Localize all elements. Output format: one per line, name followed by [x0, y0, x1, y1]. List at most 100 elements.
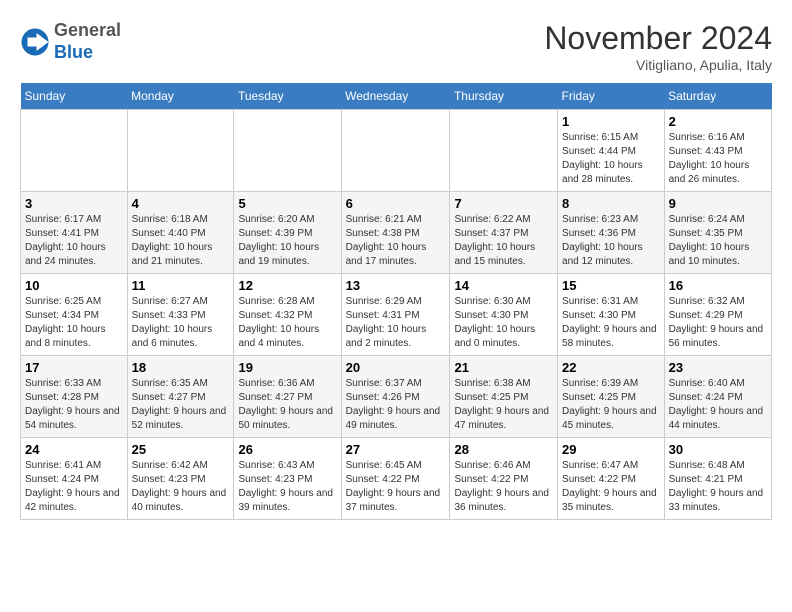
calendar-cell	[21, 110, 128, 192]
day-number: 1	[562, 114, 660, 129]
day-number: 30	[669, 442, 767, 457]
day-info: Sunrise: 6:31 AMSunset: 4:30 PMDaylight:…	[562, 295, 660, 351]
day-number: 24	[25, 442, 123, 457]
calendar-cell: 19 Sunrise: 6:36 AMSunset: 4:27 PMDayligh…	[234, 356, 341, 438]
day-info: Sunrise: 6:24 AMSunset: 4:35 PMDaylight:…	[669, 213, 767, 269]
day-number: 4	[132, 196, 230, 211]
day-number: 12	[238, 278, 336, 293]
day-info: Sunrise: 6:42 AMSunset: 4:23 PMDaylight:…	[132, 459, 230, 515]
day-number: 6	[346, 196, 446, 211]
calendar-week-row: 1 Sunrise: 6:15 AMSunset: 4:44 PMDaylight…	[21, 110, 772, 192]
day-info: Sunrise: 6:20 AMSunset: 4:39 PMDaylight:…	[238, 213, 336, 269]
day-number: 19	[238, 360, 336, 375]
calendar-cell: 3 Sunrise: 6:17 AMSunset: 4:41 PMDaylight…	[21, 192, 128, 274]
day-number: 20	[346, 360, 446, 375]
logo-general-text: General	[54, 20, 121, 40]
calendar-cell: 11 Sunrise: 6:27 AMSunset: 4:33 PMDayligh…	[127, 274, 234, 356]
logo: General Blue	[20, 20, 121, 63]
location-text: Vitigliano, Apulia, Italy	[544, 57, 772, 73]
calendar-cell: 5Sunrise: 6:20 AMSunset: 4:39 PMDaylight…	[234, 192, 341, 274]
calendar-week-row: 17 Sunrise: 6:33 AMSunset: 4:28 PMDayligh…	[21, 356, 772, 438]
header-friday: Friday	[558, 83, 665, 110]
header-wednesday: Wednesday	[341, 83, 450, 110]
day-number: 28	[454, 442, 553, 457]
header-monday: Monday	[127, 83, 234, 110]
calendar-cell: 2Sunrise: 6:16 AMSunset: 4:43 PMDaylight…	[664, 110, 771, 192]
calendar-cell: 29 Sunrise: 6:47 AMSunset: 4:22 PMDayligh…	[558, 438, 665, 520]
day-info: Sunrise: 6:21 AMSunset: 4:38 PMDaylight:…	[346, 213, 446, 269]
calendar-week-row: 24Sunrise: 6:41 AMSunset: 4:24 PMDayligh…	[21, 438, 772, 520]
day-info: Sunrise: 6:38 AMSunset: 4:25 PMDaylight:…	[454, 377, 553, 433]
calendar-cell: 30 Sunrise: 6:48 AMSunset: 4:21 PMDayligh…	[664, 438, 771, 520]
day-number: 3	[25, 196, 123, 211]
calendar-cell: 13 Sunrise: 6:29 AMSunset: 4:31 PMDayligh…	[341, 274, 450, 356]
calendar-cell: 14 Sunrise: 6:30 AMSunset: 4:30 PMDayligh…	[450, 274, 558, 356]
day-info: Sunrise: 6:22 AMSunset: 4:37 PMDaylight:…	[454, 213, 553, 269]
day-number: 17	[25, 360, 123, 375]
day-number: 10	[25, 278, 123, 293]
calendar-week-row: 3 Sunrise: 6:17 AMSunset: 4:41 PMDaylight…	[21, 192, 772, 274]
calendar-cell	[341, 110, 450, 192]
day-number: 18	[132, 360, 230, 375]
header-saturday: Saturday	[664, 83, 771, 110]
day-info: Sunrise: 6:48 AMSunset: 4:21 PMDaylight:…	[669, 459, 767, 515]
day-number: 13	[346, 278, 446, 293]
logo-icon	[20, 27, 50, 57]
calendar-cell: 7 Sunrise: 6:22 AMSunset: 4:37 PMDaylight…	[450, 192, 558, 274]
calendar-cell: 21 Sunrise: 6:38 AMSunset: 4:25 PMDayligh…	[450, 356, 558, 438]
calendar-cell: 27 Sunrise: 6:45 AMSunset: 4:22 PMDayligh…	[341, 438, 450, 520]
calendar-cell: 1 Sunrise: 6:15 AMSunset: 4:44 PMDaylight…	[558, 110, 665, 192]
day-number: 16	[669, 278, 767, 293]
day-number: 14	[454, 278, 553, 293]
day-info: Sunrise: 6:25 AMSunset: 4:34 PMDaylight:…	[25, 295, 123, 351]
day-number: 7	[454, 196, 553, 211]
day-number: 11	[132, 278, 230, 293]
page-header: General Blue November 2024 Vitigliano, A…	[20, 20, 772, 73]
day-info: Sunrise: 6:36 AMSunset: 4:27 PMDaylight:…	[238, 377, 336, 433]
calendar-cell: 8Sunrise: 6:23 AMSunset: 4:36 PMDaylight…	[558, 192, 665, 274]
day-number: 27	[346, 442, 446, 457]
calendar-cell: 20 Sunrise: 6:37 AMSunset: 4:26 PMDayligh…	[341, 356, 450, 438]
day-info: Sunrise: 6:23 AMSunset: 4:36 PMDaylight:…	[562, 213, 660, 269]
day-number: 29	[562, 442, 660, 457]
day-info: Sunrise: 6:45 AMSunset: 4:22 PMDaylight:…	[346, 459, 446, 515]
day-number: 21	[454, 360, 553, 375]
calendar-cell: 26Sunrise: 6:43 AMSunset: 4:23 PMDayligh…	[234, 438, 341, 520]
calendar-cell	[450, 110, 558, 192]
calendar-cell: 16Sunrise: 6:32 AMSunset: 4:29 PMDayligh…	[664, 274, 771, 356]
calendar-cell	[127, 110, 234, 192]
day-info: Sunrise: 6:27 AMSunset: 4:33 PMDaylight:…	[132, 295, 230, 351]
day-info: Sunrise: 6:35 AMSunset: 4:27 PMDaylight:…	[132, 377, 230, 433]
day-info: Sunrise: 6:33 AMSunset: 4:28 PMDaylight:…	[25, 377, 123, 433]
logo-blue-text: Blue	[54, 42, 93, 62]
day-info: Sunrise: 6:29 AMSunset: 4:31 PMDaylight:…	[346, 295, 446, 351]
day-info: Sunrise: 6:15 AMSunset: 4:44 PMDaylight:…	[562, 131, 660, 187]
calendar-cell: 15 Sunrise: 6:31 AMSunset: 4:30 PMDayligh…	[558, 274, 665, 356]
calendar-cell: 23 Sunrise: 6:40 AMSunset: 4:24 PMDayligh…	[664, 356, 771, 438]
month-title: November 2024	[544, 20, 772, 57]
calendar-cell: 10 Sunrise: 6:25 AMSunset: 4:34 PMDayligh…	[21, 274, 128, 356]
day-number: 26	[238, 442, 336, 457]
calendar-header-row: Sunday Monday Tuesday Wednesday Thursday…	[21, 83, 772, 110]
day-info: Sunrise: 6:17 AMSunset: 4:41 PMDaylight:…	[25, 213, 123, 269]
day-info: Sunrise: 6:40 AMSunset: 4:24 PMDaylight:…	[669, 377, 767, 433]
day-number: 2	[669, 114, 767, 129]
day-info: Sunrise: 6:47 AMSunset: 4:22 PMDaylight:…	[562, 459, 660, 515]
day-number: 23	[669, 360, 767, 375]
day-info: Sunrise: 6:30 AMSunset: 4:30 PMDaylight:…	[454, 295, 553, 351]
calendar-cell: 28Sunrise: 6:46 AMSunset: 4:22 PMDayligh…	[450, 438, 558, 520]
header-tuesday: Tuesday	[234, 83, 341, 110]
day-number: 22	[562, 360, 660, 375]
calendar-table: Sunday Monday Tuesday Wednesday Thursday…	[20, 83, 772, 520]
header-sunday: Sunday	[21, 83, 128, 110]
header-thursday: Thursday	[450, 83, 558, 110]
day-info: Sunrise: 6:28 AMSunset: 4:32 PMDaylight:…	[238, 295, 336, 351]
calendar-cell: 25 Sunrise: 6:42 AMSunset: 4:23 PMDayligh…	[127, 438, 234, 520]
day-info: Sunrise: 6:39 AMSunset: 4:25 PMDaylight:…	[562, 377, 660, 433]
calendar-cell: 12 Sunrise: 6:28 AMSunset: 4:32 PMDayligh…	[234, 274, 341, 356]
day-number: 25	[132, 442, 230, 457]
day-info: Sunrise: 6:37 AMSunset: 4:26 PMDaylight:…	[346, 377, 446, 433]
day-number: 15	[562, 278, 660, 293]
calendar-cell: 24Sunrise: 6:41 AMSunset: 4:24 PMDayligh…	[21, 438, 128, 520]
calendar-cell: 9Sunrise: 6:24 AMSunset: 4:35 PMDaylight…	[664, 192, 771, 274]
